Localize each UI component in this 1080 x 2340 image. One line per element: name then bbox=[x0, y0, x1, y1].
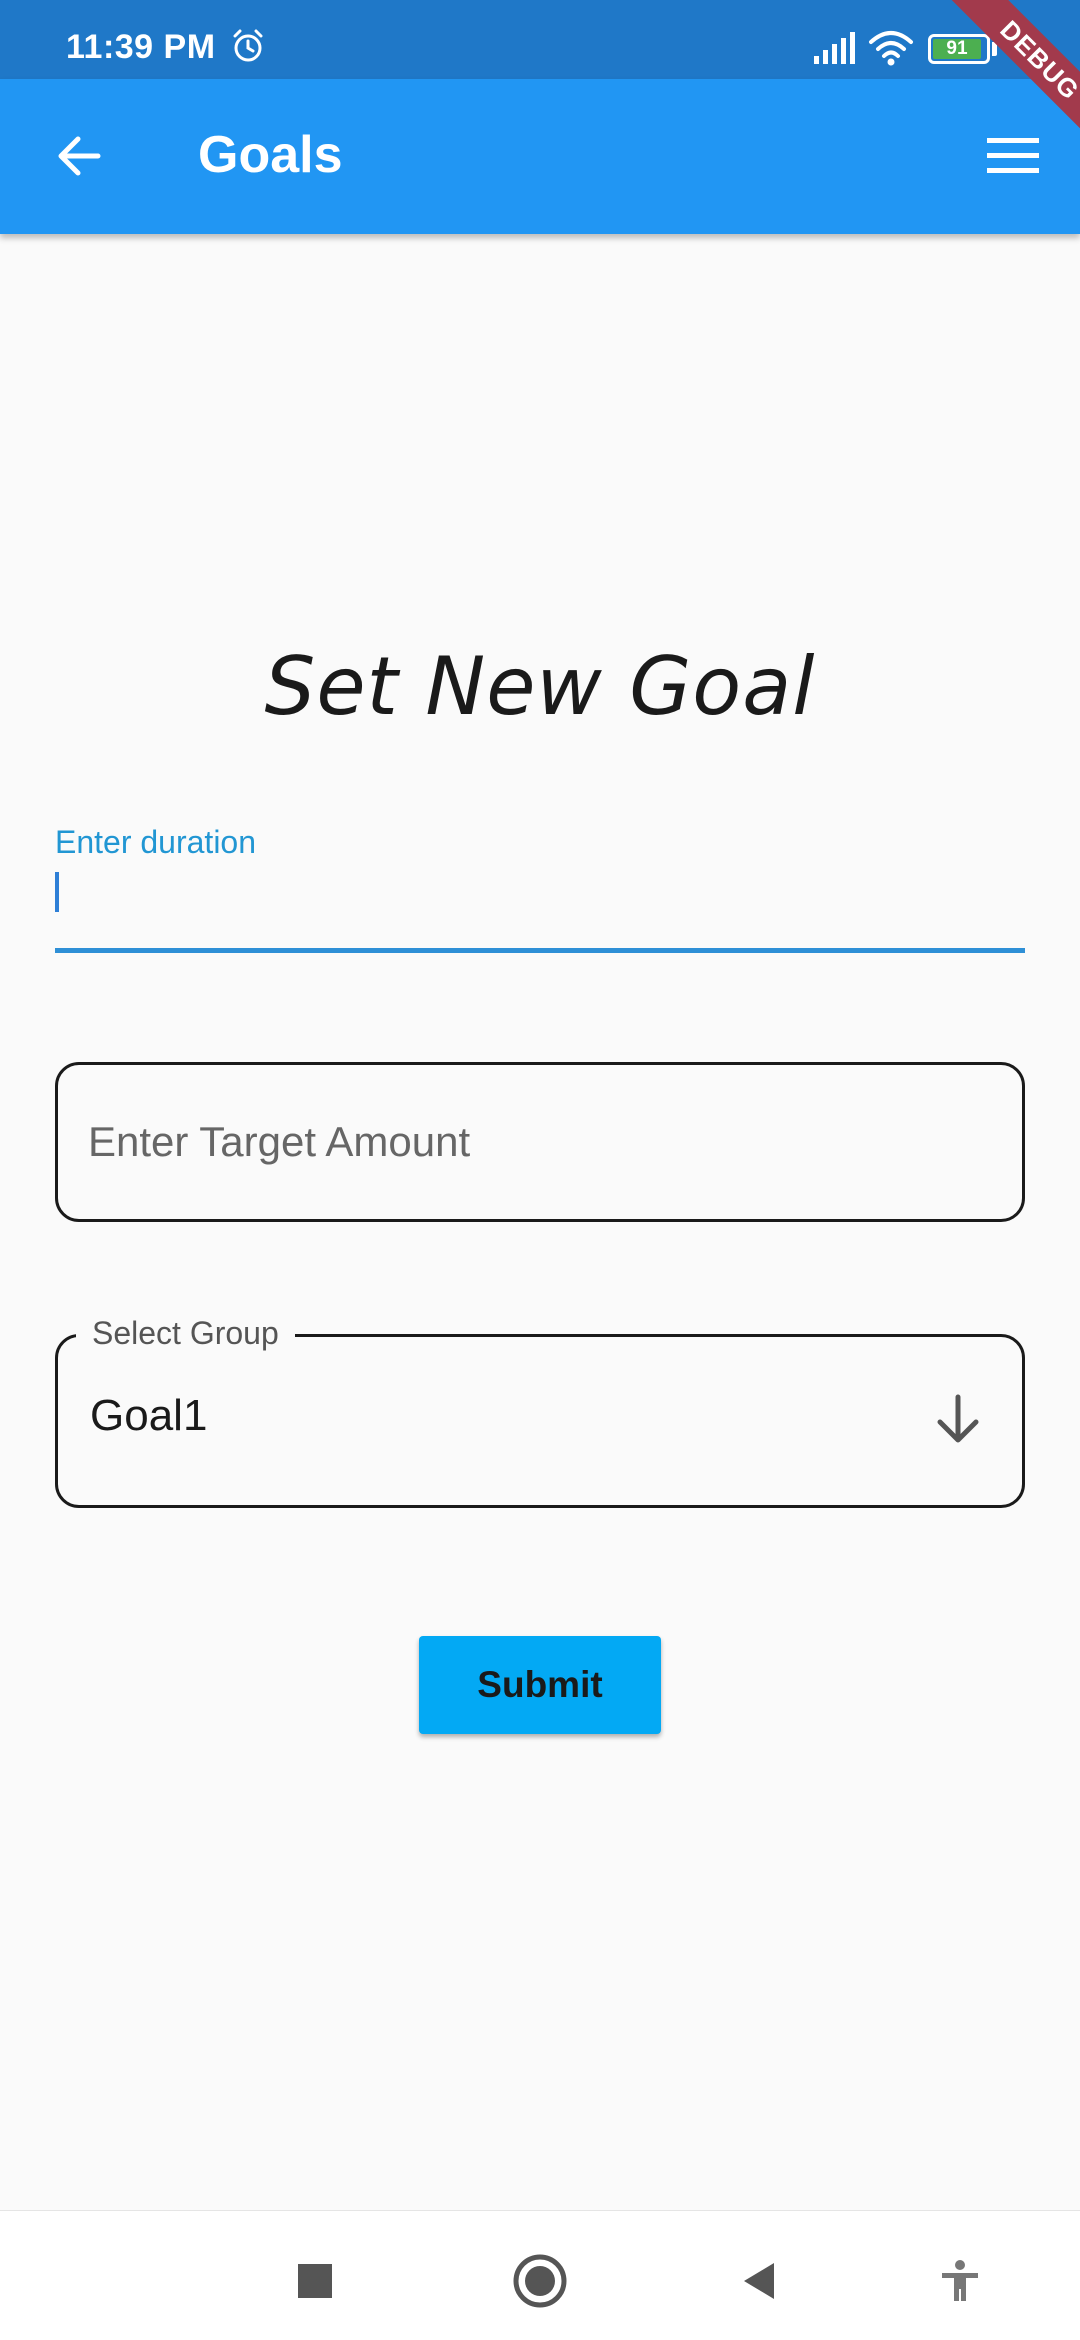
text-caret bbox=[55, 872, 59, 912]
group-select-value: Goal1 bbox=[90, 1391, 208, 1440]
back-button[interactable] bbox=[40, 117, 118, 195]
alarm-icon bbox=[233, 29, 263, 62]
status-time: 11:39 PM bbox=[66, 28, 216, 66]
signal-icon bbox=[814, 32, 855, 64]
menu-button[interactable] bbox=[974, 117, 1052, 195]
submit-button[interactable]: Submit bbox=[419, 1636, 661, 1734]
home-button[interactable] bbox=[500, 2241, 580, 2321]
target-amount-field[interactable] bbox=[55, 1062, 1025, 1222]
home-circle-icon bbox=[513, 2254, 567, 2308]
back-triangle-icon bbox=[744, 2263, 774, 2299]
battery-level: 91 bbox=[946, 38, 968, 59]
duration-field[interactable]: Enter duration bbox=[55, 818, 1025, 954]
arrow-left-icon bbox=[58, 136, 101, 176]
group-select-label: Select Group bbox=[76, 1315, 295, 1352]
duration-label: Enter duration bbox=[55, 824, 257, 860]
group-select[interactable]: Select Group Goal1 bbox=[55, 1315, 1025, 1508]
system-nav-bar bbox=[0, 2210, 1080, 2340]
duration-input[interactable] bbox=[55, 870, 1025, 950]
accessibility-button[interactable] bbox=[920, 2241, 1000, 2321]
recents-button[interactable] bbox=[275, 2241, 355, 2321]
form-heading: Set New Goal bbox=[264, 640, 816, 733]
wifi-icon bbox=[869, 31, 913, 66]
battery-icon: 91 bbox=[928, 34, 990, 64]
back-nav-button[interactable] bbox=[720, 2241, 800, 2321]
app-bar: Goals bbox=[0, 79, 1080, 234]
duration-underline bbox=[55, 948, 1025, 953]
page-title: Goals bbox=[198, 126, 343, 184]
hamburger-menu-icon bbox=[987, 138, 1039, 173]
recents-square-icon bbox=[298, 2264, 332, 2298]
arrow-down-icon[interactable] bbox=[928, 1389, 988, 1449]
status-bar: 11:39 PM 91 bbox=[0, 0, 1080, 79]
target-amount-input[interactable] bbox=[88, 1065, 988, 1219]
accessibility-icon bbox=[942, 2260, 978, 2301]
screen: 11:39 PM 91 Goals DEBUG Set New Goal Ent… bbox=[0, 0, 1080, 2340]
